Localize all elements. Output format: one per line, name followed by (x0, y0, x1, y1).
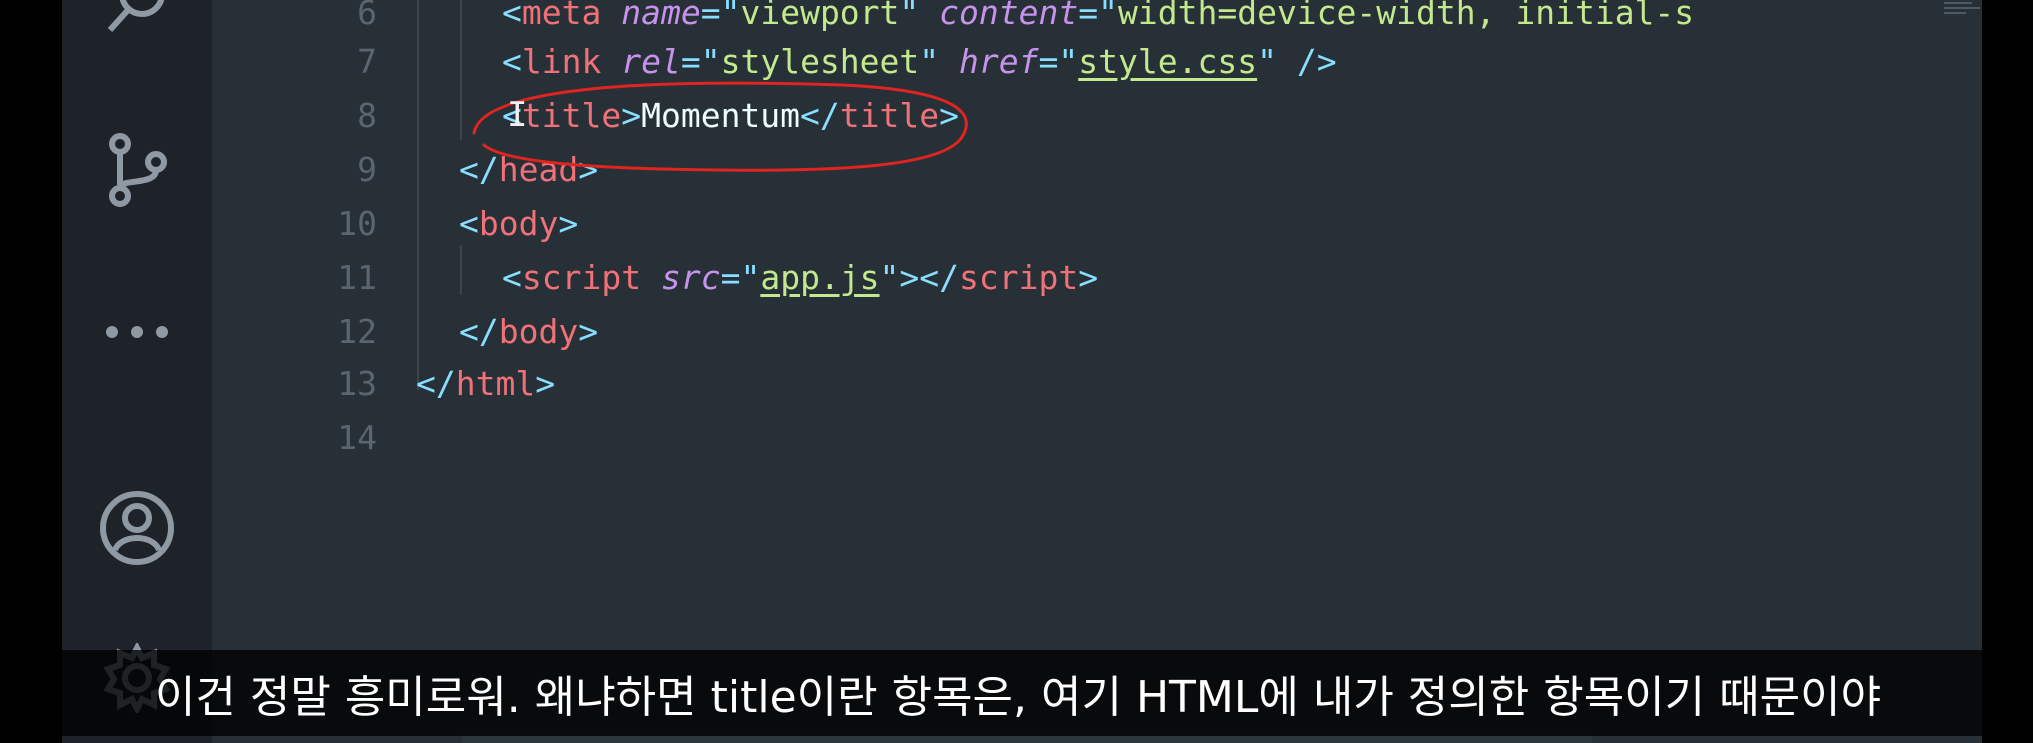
script-src-link[interactable]: app.js (760, 258, 879, 297)
code-editor[interactable]: 6 7 8 9 10 11 12 13 14 <meta name="viewp… (212, 0, 1982, 743)
search-icon[interactable] (92, 0, 182, 50)
code-line-12: </body> (459, 312, 599, 351)
line-number: 14 (337, 418, 377, 457)
code-area[interactable]: <meta name="viewport" content="width=dev… (402, 0, 1782, 743)
line-number: 8 (357, 96, 377, 135)
code-line-11: <script src="app.js"></script> (502, 258, 1099, 297)
line-number: 10 (337, 204, 377, 243)
line-number: 9 (357, 150, 377, 189)
indent-guide (460, 245, 462, 295)
code-line-6: <meta name="viewport" content="width=dev… (502, 0, 1695, 32)
line-number: 7 (357, 42, 377, 81)
video-subtitle: 이건 정말 흥미로워. 왜냐하면 title이란 항목은, 여기 HTML에 내… (38, 650, 1998, 736)
letterbox-right (1982, 0, 2033, 743)
more-icon[interactable] (92, 287, 182, 377)
activity-bar (62, 0, 212, 743)
line-number: 11 (337, 258, 377, 297)
line-number: 6 (357, 0, 377, 32)
line-number: 13 (337, 364, 377, 403)
text-cursor-icon: I (507, 95, 528, 135)
code-line-13: </html> (416, 364, 556, 403)
line-number: 12 (337, 312, 377, 351)
highlight-annotation (472, 81, 968, 172)
minimap[interactable] (1942, 0, 1982, 743)
stylesheet-link[interactable]: style.css (1078, 42, 1257, 81)
indent-guide (417, 0, 419, 390)
minimap-preview (1944, 2, 1980, 14)
line-number-gutter: 6 7 8 9 10 11 12 13 14 (212, 0, 402, 743)
app-window: 6 7 8 9 10 11 12 13 14 <meta name="viewp… (62, 0, 1982, 743)
account-icon[interactable] (92, 483, 182, 573)
subtitle-text: 이건 정말 흥미로워. 왜냐하면 title이란 항목은, 여기 HTML에 내… (154, 672, 1882, 723)
source-control-icon[interactable] (92, 125, 182, 215)
code-line-10: <body> (459, 204, 579, 243)
